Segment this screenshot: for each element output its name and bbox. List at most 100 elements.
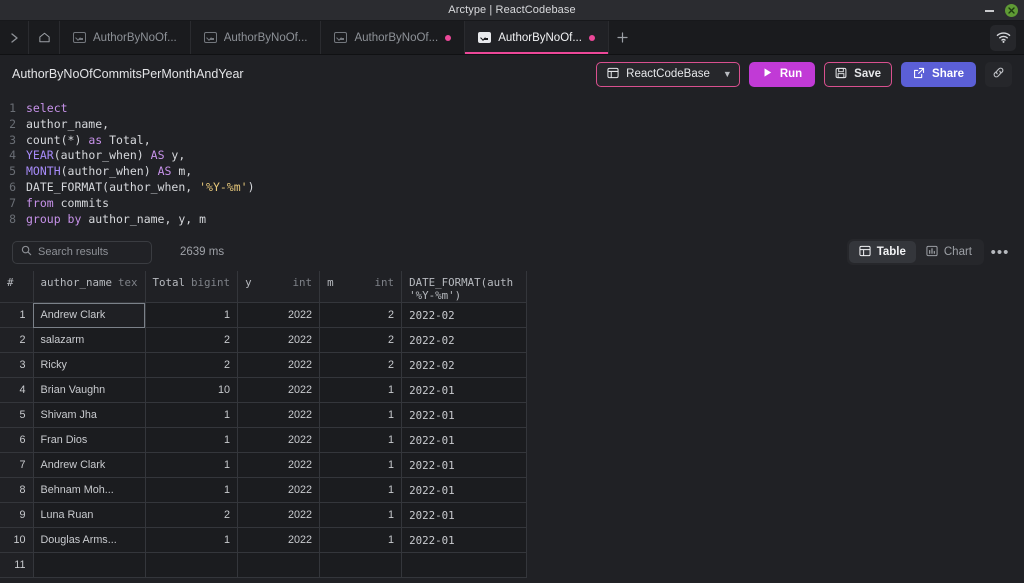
table-cell[interactable]: 1 <box>145 452 239 479</box>
table-cell[interactable]: Behnam Moh... <box>33 477 146 504</box>
search-input[interactable] <box>38 246 143 259</box>
run-button[interactable]: Run <box>748 61 816 87</box>
table-cell[interactable] <box>145 552 239 579</box>
home-icon[interactable] <box>28 21 60 54</box>
copy-link-button[interactable] <box>985 61 1012 87</box>
table-cell[interactable]: 1 <box>145 427 239 454</box>
table-cell[interactable]: 2 <box>319 352 403 379</box>
table-cell[interactable]: 2022-02 <box>401 352 528 379</box>
table-cell[interactable]: 2022 <box>237 402 321 429</box>
table-cell[interactable]: Brian Vaughn <box>33 377 146 404</box>
column-type: tex <box>118 276 138 290</box>
table-cell[interactable]: 2022-02 <box>401 302 528 329</box>
tab-query-2[interactable]: AuthorByNoOf... <box>191 21 322 54</box>
ellipsis-icon[interactable]: ••• <box>988 240 1012 264</box>
search-results-box[interactable] <box>12 240 152 264</box>
table-cell[interactable]: 2022-01 <box>401 452 528 479</box>
window-title: Arctype | ReactCodebase <box>448 4 576 16</box>
database-selector[interactable]: ReactCodeBase ▼ <box>596 61 740 87</box>
tab-table-view[interactable]: Table <box>848 241 916 264</box>
wifi-icon[interactable] <box>990 24 1016 51</box>
table-cell[interactable]: Ricky <box>33 352 146 379</box>
table-row[interactable]: 6 Fran Dios 1 2022 1 2022-01 <box>0 427 528 454</box>
table-cell[interactable]: 2022-01 <box>401 527 528 554</box>
table-cell[interactable]: Fran Dios <box>33 427 146 454</box>
table-cell[interactable]: 2022-02 <box>401 327 528 354</box>
table-cell[interactable]: Luna Ruan <box>33 502 146 529</box>
column-header[interactable]: author_name tex <box>33 271 146 304</box>
table-cell[interactable]: 1 <box>319 402 403 429</box>
minimize-icon[interactable] <box>984 5 995 16</box>
code-token: commits <box>53 195 110 210</box>
table-cell[interactable]: 2 <box>145 502 239 529</box>
results-table-head: # author_name tex Total bigint y int m int DATE_F… <box>0 271 528 304</box>
table-cell[interactable]: 1 <box>145 302 239 329</box>
table-row[interactable]: 1 Andrew Clark 1 2022 2 2022-02 <box>0 302 528 329</box>
table-cell[interactable]: 1 <box>145 402 239 429</box>
column-header[interactable]: Total bigint <box>145 271 239 304</box>
table-row[interactable]: 7 Andrew Clark 1 2022 1 2022-01 <box>0 452 528 479</box>
table-cell[interactable]: 2 <box>319 327 403 354</box>
table-cell[interactable]: 2022 <box>237 352 321 379</box>
table-cell[interactable]: 1 <box>319 527 403 554</box>
table-row[interactable]: 9 Luna Ruan 2 2022 1 2022-01 <box>0 502 528 529</box>
table-cell[interactable]: Andrew Clark <box>33 452 146 479</box>
table-cell[interactable]: 2 <box>145 327 239 354</box>
table-cell[interactable]: 2 <box>319 302 403 329</box>
table-row[interactable]: 4 Brian Vaughn 10 2022 1 2022-01 <box>0 377 528 404</box>
table-cell[interactable]: 1 <box>319 452 403 479</box>
table-cell[interactable]: salazarm <box>33 327 146 354</box>
table-cell[interactable]: 2022 <box>237 427 321 454</box>
table-row[interactable]: 11 <box>0 552 528 579</box>
table-cell[interactable]: 2022 <box>237 477 321 504</box>
column-header[interactable]: m int <box>319 271 403 304</box>
close-icon[interactable] <box>1005 4 1018 17</box>
link-icon <box>992 66 1005 82</box>
table-cell[interactable]: 1 <box>145 527 239 554</box>
table-cell[interactable]: 1 <box>145 477 239 504</box>
table-cell[interactable]: 2022 <box>237 327 321 354</box>
table-cell[interactable]: 1 <box>319 377 403 404</box>
table-cell[interactable]: 2022 <box>237 302 321 329</box>
column-header-index[interactable]: # <box>0 271 34 304</box>
tab-query-4[interactable]: AuthorByNoOf... <box>465 21 609 54</box>
table-row[interactable]: 2 salazarm 2 2022 2 2022-02 <box>0 327 528 354</box>
table-cell[interactable] <box>237 552 321 579</box>
table-cell[interactable] <box>401 552 528 579</box>
save-button[interactable]: Save <box>824 61 893 87</box>
table-cell[interactable]: 2022 <box>237 452 321 479</box>
table-cell[interactable]: 2022-01 <box>401 377 528 404</box>
table-cell[interactable]: 2 <box>145 352 239 379</box>
tab-query-3[interactable]: AuthorByNoOf... <box>321 21 466 54</box>
sidebar-expand-icon[interactable] <box>0 21 28 54</box>
table-cell[interactable] <box>319 552 403 579</box>
table-cell[interactable]: 1 <box>319 502 403 529</box>
column-header[interactable]: DATE_FORMAT(auth '%Y-%m') <box>401 271 528 304</box>
table-cell[interactable]: 2022 <box>237 377 321 404</box>
table-cell[interactable]: 2022-01 <box>401 427 528 454</box>
code-text: select <box>26 101 68 117</box>
table-cell[interactable]: Andrew Clark <box>33 302 146 329</box>
table-cell[interactable]: 2022-01 <box>401 402 528 429</box>
tab-query-1[interactable]: AuthorByNoOf... <box>60 21 191 54</box>
table-cell[interactable]: 1 <box>319 477 403 504</box>
new-tab-button[interactable] <box>609 21 637 54</box>
sql-editor[interactable]: 1 select 2 author_name, 3 count(*) as Total, 4… <box>0 93 1024 234</box>
table-cell[interactable]: 2022-01 <box>401 477 528 504</box>
results-table-wrap: # author_name tex Total bigint y int m int DATE_F… <box>0 271 1024 579</box>
table-row[interactable]: 10 Douglas Arms... 1 2022 1 2022-01 <box>0 527 528 554</box>
table-row[interactable]: 8 Behnam Moh... 1 2022 1 2022-01 <box>0 477 528 504</box>
table-cell[interactable]: Shivam Jha <box>33 402 146 429</box>
column-header[interactable]: y int <box>237 271 321 304</box>
table-cell[interactable]: Douglas Arms... <box>33 527 146 554</box>
table-cell[interactable]: 2022 <box>237 527 321 554</box>
share-button[interactable]: Share <box>901 61 976 87</box>
table-cell[interactable]: 1 <box>319 427 403 454</box>
table-row[interactable]: 3 Ricky 2 2022 2 2022-02 <box>0 352 528 379</box>
table-cell[interactable]: 2022-01 <box>401 502 528 529</box>
table-cell[interactable] <box>33 552 146 579</box>
tab-chart-view[interactable]: Chart <box>916 241 982 263</box>
table-row[interactable]: 5 Shivam Jha 1 2022 1 2022-01 <box>0 402 528 429</box>
table-cell[interactable]: 2022 <box>237 502 321 529</box>
table-cell[interactable]: 10 <box>145 377 239 404</box>
